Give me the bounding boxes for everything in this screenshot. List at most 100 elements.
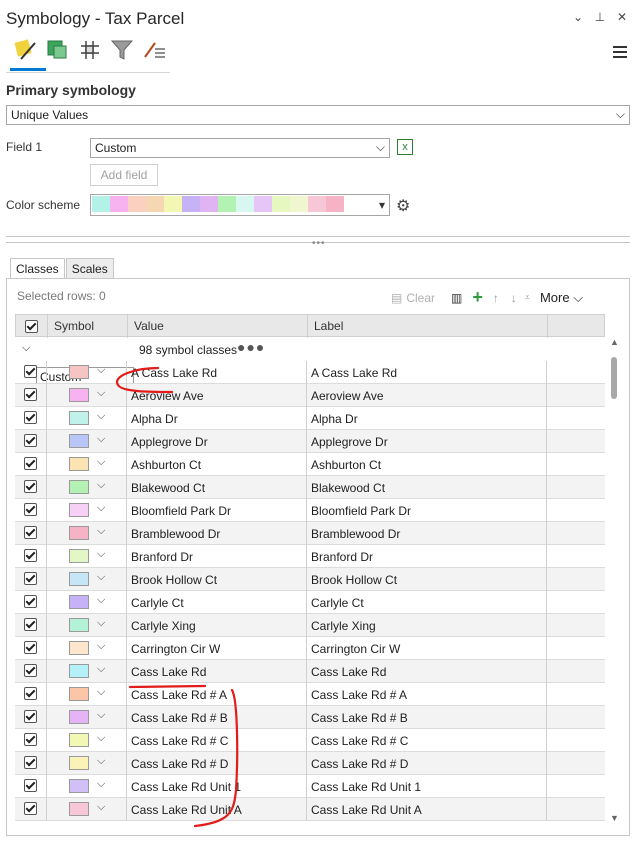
chevron-down-icon[interactable]: ⌵	[97, 433, 105, 446]
row-checkbox[interactable]	[24, 710, 37, 723]
chevron-down-icon[interactable]: ⌵	[97, 525, 105, 538]
table-row[interactable]: ⌵ Branford Dr Branford Dr	[15, 545, 605, 568]
clear-button[interactable]: Clear	[406, 291, 435, 305]
label-class-icon[interactable]	[140, 36, 168, 64]
row-checkbox[interactable]	[24, 687, 37, 700]
row-checkbox[interactable]	[24, 641, 37, 654]
symbol-swatch[interactable]	[69, 526, 89, 540]
symbol-swatch[interactable]	[69, 710, 89, 724]
chevron-down-icon[interactable]: ⌵	[97, 709, 105, 722]
class-label[interactable]: Brook Hollow Ct	[311, 573, 397, 587]
symbol-swatch[interactable]	[69, 687, 89, 701]
chevron-down-icon[interactable]: ⌵	[97, 410, 105, 423]
row-checkbox[interactable]	[24, 434, 37, 447]
collapse-icon[interactable]: ⌵	[22, 342, 30, 355]
class-label[interactable]: Cass Lake Rd	[311, 665, 386, 679]
row-checkbox[interactable]	[24, 756, 37, 769]
row-checkbox[interactable]	[24, 664, 37, 677]
class-label[interactable]: Cass Lake Rd Unit A	[311, 803, 422, 817]
chevron-down-icon[interactable]: ⌵	[97, 663, 105, 676]
symbol-swatch[interactable]	[69, 595, 89, 609]
chevron-down-icon[interactable]: ⌵	[97, 594, 105, 607]
symbol-swatch[interactable]	[69, 641, 89, 655]
symbology-method-dropdown[interactable]: Unique Values ⌵	[6, 105, 630, 125]
row-checkbox[interactable]	[24, 779, 37, 792]
table-row[interactable]: ⌵ Cass Lake Rd Cass Lake Rd	[15, 660, 605, 683]
column-header-value[interactable]: Value	[134, 319, 164, 333]
add-all-values-icon[interactable]: ▥	[451, 291, 462, 305]
menu-icon[interactable]	[613, 46, 627, 61]
add-field-button[interactable]: Add field	[90, 164, 158, 186]
class-value[interactable]: Applegrove Dr	[131, 435, 208, 449]
options-dropdown-icon[interactable]: ⌄	[572, 10, 584, 24]
chevron-down-icon[interactable]: ⌵	[97, 571, 105, 584]
table-row[interactable]: ⌵ Alpha Dr Alpha Dr	[15, 407, 605, 430]
chevron-down-icon[interactable]: ⌵	[97, 548, 105, 561]
chevron-down-icon[interactable]: ⌵	[97, 755, 105, 768]
class-label[interactable]: Carlyle Xing	[311, 619, 376, 633]
class-label[interactable]: Cass Lake Rd Unit 1	[311, 780, 421, 794]
column-header-label[interactable]: Label	[314, 319, 343, 333]
row-checkbox[interactable]	[24, 526, 37, 539]
tab-scales[interactable]: Scales	[65, 258, 114, 278]
chevron-down-icon[interactable]: ⌵	[97, 456, 105, 469]
chevron-down-icon[interactable]: ⌵	[97, 502, 105, 515]
chevron-down-icon[interactable]: ⌵	[97, 640, 105, 653]
table-row[interactable]: ⌵ Cass Lake Rd # B Cass Lake Rd # B	[15, 706, 605, 729]
class-value[interactable]: Brook Hollow Ct	[131, 573, 217, 587]
table-row[interactable]: ⌵ Ashburton Ct Ashburton Ct	[15, 453, 605, 476]
class-label[interactable]: Applegrove Dr	[311, 435, 388, 449]
symbol-swatch[interactable]	[69, 733, 89, 747]
symbol-swatch[interactable]	[69, 411, 89, 425]
class-value[interactable]: Ashburton Ct	[131, 458, 201, 472]
row-checkbox[interactable]	[24, 595, 37, 608]
class-value[interactable]: Cass Lake Rd Unit A	[131, 803, 242, 817]
scroll-down-icon[interactable]: ▼	[610, 813, 619, 823]
table-row[interactable]: ⌵ Blakewood Ct Blakewood Ct	[15, 476, 605, 499]
chevron-down-icon[interactable]: ⌵	[97, 801, 105, 814]
table-row[interactable]: ⌵ Aeroview Ave Aeroview Ave	[15, 384, 605, 407]
row-checkbox[interactable]	[24, 411, 37, 424]
symbol-swatch[interactable]	[69, 779, 89, 793]
table-row[interactable]: ⌵ Cass Lake Rd Unit 1 Cass Lake Rd Unit 1	[15, 775, 605, 798]
chevron-down-icon[interactable]: ⌵	[97, 617, 105, 630]
row-checkbox[interactable]	[24, 365, 37, 378]
chevron-down-icon[interactable]: ⌵	[97, 387, 105, 400]
row-checkbox[interactable]	[24, 549, 37, 562]
class-label[interactable]: Branford Dr	[311, 550, 373, 564]
table-row[interactable]: ⌵ Cass Lake Rd # D Cass Lake Rd # D	[15, 752, 605, 775]
vary-symbology-icon[interactable]	[44, 36, 72, 64]
class-label[interactable]: Cass Lake Rd # D	[311, 757, 408, 771]
expression-icon[interactable]: x	[397, 139, 413, 155]
row-checkbox[interactable]	[24, 457, 37, 470]
table-row[interactable]: ⌵ Applegrove Dr Applegrove Dr	[15, 430, 605, 453]
table-row[interactable]: ⌵ Cass Lake Rd # A Cass Lake Rd # A	[15, 683, 605, 706]
scrollbar-thumb[interactable]	[611, 357, 617, 399]
close-icon[interactable]: ✕	[616, 10, 628, 24]
class-value[interactable]: Bloomfield Park Dr	[131, 504, 231, 518]
class-value[interactable]: Branford Dr	[131, 550, 193, 564]
class-value[interactable]: Cass Lake Rd # B	[131, 711, 228, 725]
symbol-swatch[interactable]	[69, 457, 89, 471]
table-row[interactable]: ⌵ Brook Hollow Ct Brook Hollow Ct	[15, 568, 605, 591]
symbol-swatch[interactable]	[69, 480, 89, 494]
row-checkbox[interactable]	[24, 572, 37, 585]
table-row[interactable]: ⌵ Carlyle Xing Carlyle Xing	[15, 614, 605, 637]
class-label[interactable]: A Cass Lake Rd	[311, 366, 397, 380]
gear-icon[interactable]: ⚙	[396, 196, 410, 216]
symbol-swatch[interactable]	[69, 549, 89, 563]
class-value[interactable]: Cass Lake Rd # A	[131, 688, 227, 702]
row-checkbox[interactable]	[24, 733, 37, 746]
class-value[interactable]: Cass Lake Rd	[131, 665, 206, 679]
class-label[interactable]: Ashburton Ct	[311, 458, 381, 472]
filter-icon[interactable]	[108, 36, 136, 64]
row-checkbox[interactable]	[24, 388, 37, 401]
symbol-swatch[interactable]	[69, 572, 89, 586]
class-label[interactable]: Blakewood Ct	[311, 481, 385, 495]
chevron-down-icon[interactable]: ⌵	[97, 778, 105, 791]
symbol-layers-icon[interactable]	[76, 36, 104, 64]
class-value[interactable]: Carrington Cir W	[131, 642, 220, 656]
class-label[interactable]: Aeroview Ave	[311, 389, 384, 403]
class-value[interactable]: Carlyle Ct	[131, 596, 184, 610]
row-checkbox[interactable]	[24, 802, 37, 815]
